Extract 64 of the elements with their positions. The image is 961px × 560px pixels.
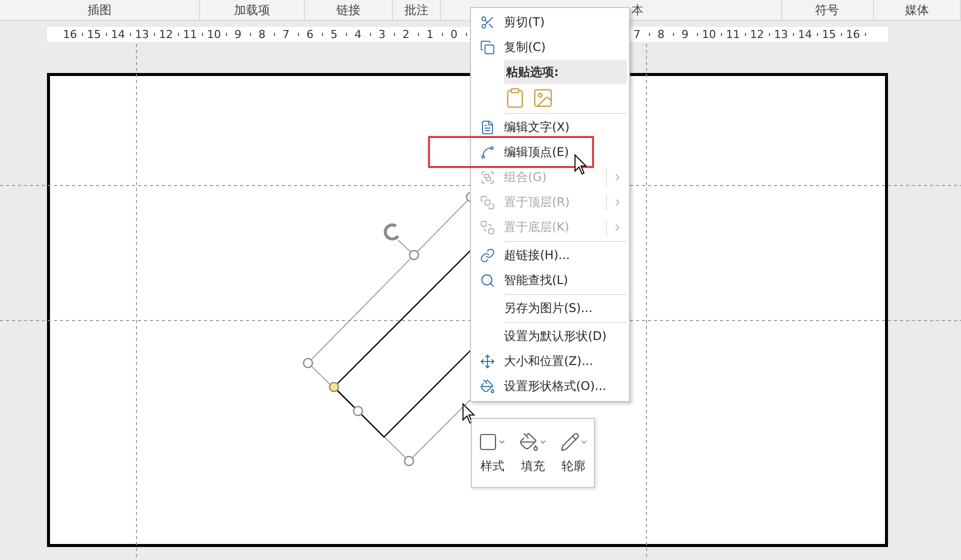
ruler-number: 13	[130, 28, 154, 41]
ruler-number: 10	[202, 28, 226, 41]
ruler-number: 3	[370, 28, 394, 41]
ribbon-group-label: 符号	[815, 2, 840, 18]
ruler-number: 16	[841, 28, 865, 41]
pointer-icon	[574, 154, 588, 175]
ribbon-group-label: 插图	[87, 2, 112, 18]
ruler-number: 14	[793, 28, 817, 41]
ruler-number: 2	[394, 28, 418, 41]
group-icon	[480, 170, 495, 185]
points-icon	[480, 145, 495, 160]
image-icon[interactable]	[532, 87, 554, 109]
toolbar-button[interactable]: 轮廓	[560, 432, 588, 474]
shape-style-icon	[478, 432, 498, 452]
clipboard-icon[interactable]	[504, 87, 526, 109]
ruler-number: 1	[418, 28, 442, 41]
paint-bucket-icon	[480, 379, 495, 394]
ruler-number: 10	[697, 28, 721, 41]
menu-section-header: 粘贴选项:	[504, 60, 627, 84]
menu-item[interactable]: 智能查找(L)	[471, 268, 629, 293]
menu-item[interactable]: 复制(C)	[471, 35, 629, 60]
pencil-icon	[560, 432, 580, 452]
toolbar-button[interactable]: 填充	[518, 432, 547, 474]
ruler-number: 8	[649, 28, 673, 41]
ruler-number: 6	[298, 28, 322, 41]
ruler-number: 12	[154, 28, 178, 41]
ruler-number: 9	[226, 28, 250, 41]
ribbon-group-label: 批注	[404, 2, 428, 18]
menu-item[interactable]: 编辑文字(X)	[471, 115, 629, 140]
menu-item[interactable]: 编辑顶点(E)	[471, 140, 629, 165]
search-icon	[480, 273, 495, 288]
toolbar-button[interactable]: 样式	[478, 432, 506, 474]
ribbon-group-label: 媒体	[904, 2, 929, 18]
menu-item[interactable]: 剪切(T)	[471, 10, 629, 35]
ruler-number: 9	[673, 28, 697, 41]
ruler-number: 7	[274, 28, 298, 41]
copy-icon	[480, 40, 495, 55]
ruler-number: 11	[178, 28, 202, 41]
ruler-number: 13	[769, 28, 793, 41]
ruler-number: 14	[106, 28, 130, 41]
text-icon	[480, 120, 495, 135]
menu-item[interactable]: 设置为默认形状(D)	[471, 324, 629, 349]
scissors-icon	[480, 15, 495, 30]
menu-item[interactable]: 另存为图片(S)...	[471, 296, 629, 321]
ruler-number: 15	[817, 28, 841, 41]
ruler-number: 11	[721, 28, 745, 41]
ruler-number: 4	[346, 28, 370, 41]
menu-item[interactable]: 设置形状格式(O)...	[471, 374, 629, 399]
ribbon-group-label: 加载项	[234, 2, 270, 18]
ruler-number: 15	[82, 28, 106, 41]
menu-item[interactable]: 超链接(H)...	[471, 243, 629, 268]
send-back-icon	[480, 220, 495, 235]
link-icon	[480, 248, 495, 263]
ruler-number: 5	[322, 28, 346, 41]
paint-bucket-icon	[518, 432, 539, 452]
bring-front-icon	[480, 195, 495, 210]
ruler-number: 8	[250, 28, 274, 41]
move-icon	[480, 354, 495, 369]
ruler-number: 16	[58, 28, 82, 41]
ruler-number: 0	[442, 28, 466, 41]
ribbon-group-label: 链接	[336, 2, 360, 18]
menu-item[interactable]: 大小和位置(Z)...	[471, 349, 629, 374]
ribbon-group-label: 本	[631, 2, 644, 18]
ruler-number: 12	[745, 28, 769, 41]
